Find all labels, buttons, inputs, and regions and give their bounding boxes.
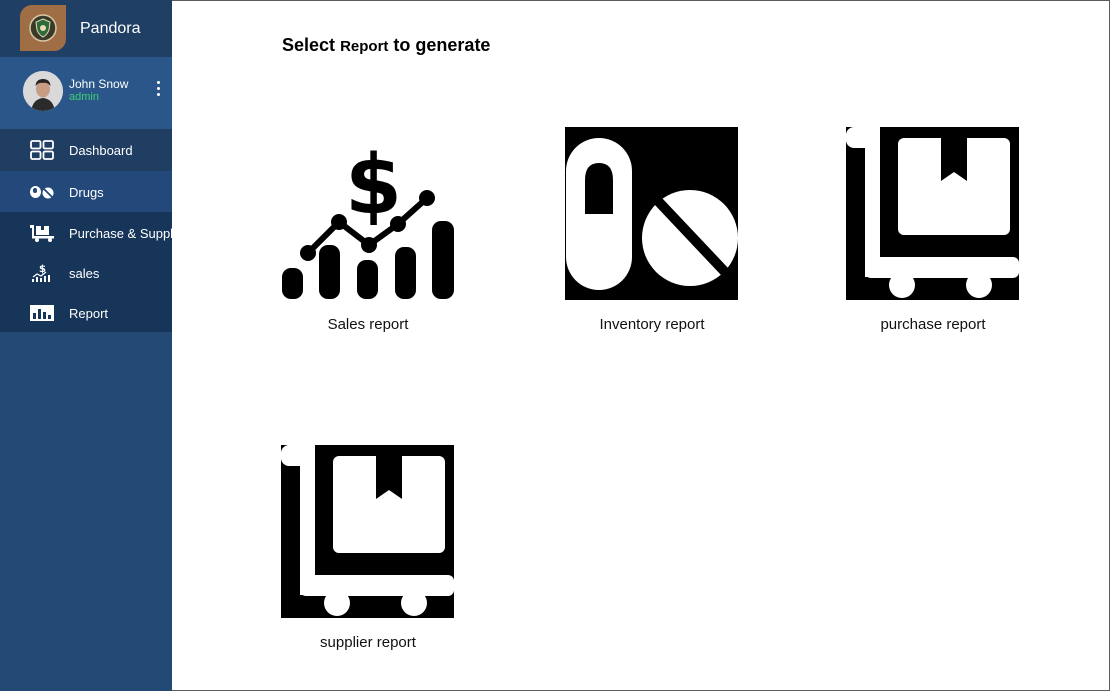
sidebar-item-report[interactable]: Report bbox=[0, 292, 172, 332]
user-role: admin bbox=[69, 91, 99, 103]
sidebar-item-label: Drugs bbox=[69, 185, 104, 200]
brand-header: Pandora bbox=[0, 0, 172, 57]
report-chart-icon bbox=[30, 305, 54, 321]
sales-report-icon: $ bbox=[282, 138, 454, 299]
sidebar-item-sales[interactable]: $ sales bbox=[0, 252, 172, 292]
sales-chart-icon: $ bbox=[32, 264, 50, 282]
report-label-sales: Sales report bbox=[327, 316, 409, 333]
brand-logo bbox=[20, 5, 66, 51]
report-card-sales[interactable]: $ Sales report bbox=[281, 127, 455, 333]
report-label-purchase: purchase report bbox=[880, 316, 986, 333]
user-avatar-icon bbox=[23, 71, 63, 111]
report-card-purchase[interactable]: purchase report bbox=[846, 127, 1020, 333]
user-menu-kebab-icon[interactable] bbox=[152, 81, 164, 101]
sidebar-nav: Dashboard Drugs Purchase & Supply $ sale… bbox=[0, 129, 172, 332]
supplier-report-icon bbox=[281, 445, 454, 618]
shield-logo-icon bbox=[29, 14, 57, 42]
purchase-report-icon bbox=[846, 127, 1019, 300]
page-title-mid: Report bbox=[340, 38, 389, 55]
report-label-inventory: Inventory report bbox=[599, 316, 705, 333]
report-card-inventory[interactable]: Inventory report bbox=[565, 127, 739, 333]
page-title-start: Select bbox=[282, 35, 336, 55]
report-card-supplier[interactable]: supplier report bbox=[281, 445, 455, 651]
sidebar-item-label: Dashboard bbox=[69, 143, 133, 158]
pills-icon bbox=[30, 186, 54, 199]
user-name: John Snow bbox=[69, 77, 129, 91]
page-title-end: to generate bbox=[393, 35, 491, 55]
inventory-report-icon bbox=[565, 127, 738, 300]
sidebar-item-dashboard[interactable]: Dashboard bbox=[0, 129, 172, 171]
avatar[interactable] bbox=[23, 71, 63, 111]
user-panel: John Snow admin bbox=[0, 57, 172, 129]
sidebar: Pandora John Snow admin Dashboard Drugs … bbox=[0, 0, 172, 691]
dashboard-grid-icon bbox=[30, 140, 54, 160]
page-title: Select Report to generate bbox=[282, 35, 490, 56]
sidebar-item-label: sales bbox=[69, 266, 100, 281]
sidebar-item-drugs[interactable]: Drugs bbox=[0, 171, 172, 212]
sidebar-item-purchase-supply[interactable]: Purchase & Supply bbox=[0, 212, 172, 252]
cart-icon bbox=[30, 225, 54, 242]
app-name: Pandora bbox=[80, 20, 141, 37]
sidebar-item-label: Purchase & Supply bbox=[69, 226, 172, 241]
report-label-supplier: supplier report bbox=[320, 634, 416, 651]
sidebar-item-label: Report bbox=[69, 306, 109, 321]
